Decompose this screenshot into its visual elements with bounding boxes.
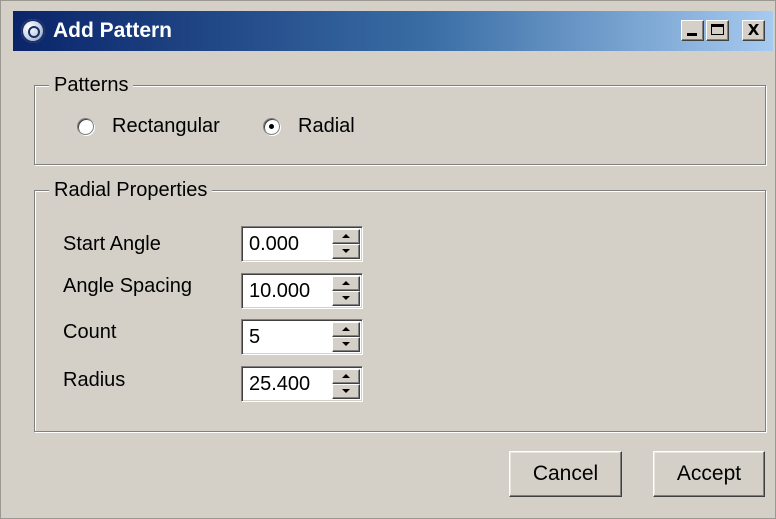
rectangular-radio[interactable]: Rectangular xyxy=(77,112,220,140)
radius-input[interactable] xyxy=(245,370,329,398)
title-bar[interactable]: Add Pattern X xyxy=(13,11,773,51)
arrow-up-icon xyxy=(342,234,350,238)
arrow-down-icon xyxy=(342,296,350,300)
radial-properties-group: Radial Properties Start Angle Angle Spac… xyxy=(34,177,766,432)
window-title: Add Pattern xyxy=(53,19,173,42)
patterns-group: Patterns Rectangular Radial xyxy=(34,72,766,165)
add-pattern-dialog: Add Pattern X Patterns Rectangular Radia… xyxy=(0,0,776,519)
close-icon: X xyxy=(747,21,760,39)
accept-button[interactable]: Accept xyxy=(653,451,765,497)
minimize-button[interactable] xyxy=(681,20,704,41)
count-spinbox xyxy=(241,319,363,355)
angle-spacing-decrement-button[interactable] xyxy=(332,291,360,306)
start-angle-label: Start Angle xyxy=(63,233,161,255)
app-logo-icon xyxy=(21,19,45,43)
angle-spacing-increment-button[interactable] xyxy=(332,276,360,291)
arrow-up-icon xyxy=(342,281,350,285)
radial-radio-label[interactable]: Radial xyxy=(298,113,355,139)
minimize-icon xyxy=(687,33,697,36)
maximize-button[interactable] xyxy=(706,20,729,41)
count-input[interactable] xyxy=(245,323,329,351)
cancel-button[interactable]: Cancel xyxy=(509,451,622,497)
start-angle-increment-button[interactable] xyxy=(332,229,360,244)
angle-spacing-spinbox xyxy=(241,273,363,309)
angle-spacing-input[interactable] xyxy=(245,277,329,305)
start-angle-decrement-button[interactable] xyxy=(332,244,360,259)
arrow-down-icon xyxy=(342,249,350,253)
radius-spinbox xyxy=(241,366,363,402)
count-decrement-button[interactable] xyxy=(332,337,360,352)
radius-label: Radius xyxy=(63,369,126,391)
radio-checked-icon[interactable] xyxy=(263,117,280,135)
rectangular-radio-label[interactable]: Rectangular xyxy=(112,113,220,139)
radio-unchecked-icon[interactable] xyxy=(77,117,94,135)
radius-decrement-button[interactable] xyxy=(332,384,360,399)
arrow-up-icon xyxy=(342,327,350,331)
count-label: Count xyxy=(63,321,117,343)
radial-radio[interactable]: Radial xyxy=(263,112,355,140)
count-increment-button[interactable] xyxy=(332,322,360,337)
arrow-down-icon xyxy=(342,389,350,393)
radius-increment-button[interactable] xyxy=(332,369,360,384)
start-angle-spinbox xyxy=(241,226,363,262)
arrow-down-icon xyxy=(342,342,350,346)
close-button[interactable]: X xyxy=(742,20,765,41)
start-angle-input[interactable] xyxy=(245,230,329,258)
radial-properties-group-label: Radial Properties xyxy=(49,177,213,203)
patterns-group-label: Patterns xyxy=(49,72,134,98)
arrow-up-icon xyxy=(342,374,350,378)
radio-dot-icon xyxy=(269,123,274,129)
angle-spacing-label: Angle Spacing xyxy=(63,275,192,297)
maximize-icon xyxy=(711,24,724,35)
